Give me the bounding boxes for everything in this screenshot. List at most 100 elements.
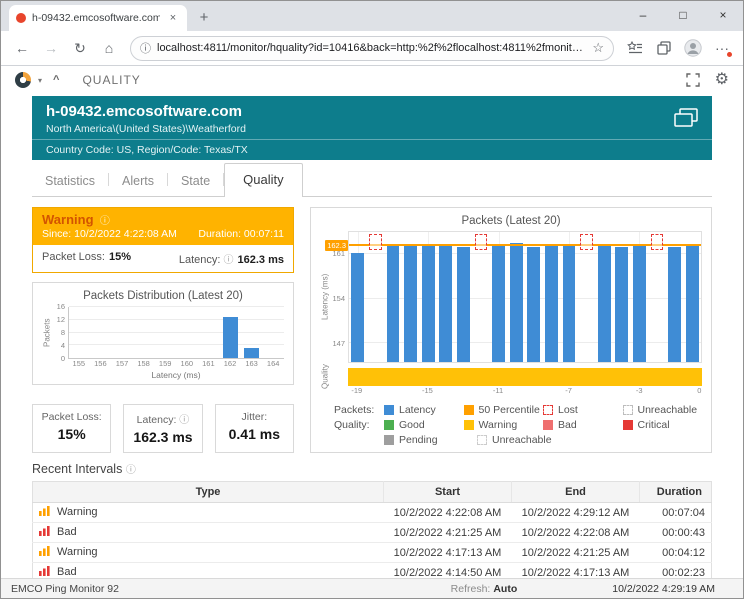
legend-item-latency: Latency (384, 404, 464, 416)
tab-alerts[interactable]: Alerts (109, 167, 167, 197)
x-tick-label: 160 (181, 359, 194, 368)
latency-bar (510, 243, 523, 362)
browser-addressbar: ← → ↻ ⌂ ⓘ localhost:4811/monitor/hqualit… (1, 31, 743, 66)
x-tick-label: 164 (267, 359, 280, 368)
current-time: 10/2/2022 4:29:19 AM (612, 583, 715, 595)
distribution-bar (244, 348, 259, 358)
page-title: QUALITY (82, 73, 140, 87)
gridline (69, 319, 284, 320)
notification-dot (726, 51, 733, 58)
home-button[interactable]: ⌂ (96, 35, 122, 61)
latency-bar (598, 244, 611, 362)
browser-tab[interactable]: h-09432.emcosoftware.com - Q… × (9, 5, 187, 31)
collapse-header-button[interactable]: ^ (53, 74, 59, 86)
packet-loss-value: 15% (109, 251, 131, 263)
distribution-xticks: 155156157158159160161162163164 (68, 359, 284, 369)
maximize-button[interactable]: □ (663, 1, 703, 29)
refresh-mode[interactable]: Auto (493, 583, 517, 595)
gridline (69, 306, 284, 307)
duration-label: Duration: (198, 228, 241, 240)
refresh-button[interactable]: ↻ (67, 35, 93, 61)
latency-bar (404, 244, 417, 362)
tab-close-icon[interactable]: × (166, 12, 180, 24)
legend-item-critical: Critical (623, 419, 703, 431)
legend-item-label: Bad (558, 419, 577, 431)
new-tab-button[interactable]: + (193, 6, 215, 28)
percentile-line (349, 244, 701, 246)
interval-row[interactable]: Warning10/2/2022 4:22:08 AM10/2/2022 4:2… (33, 503, 712, 523)
favorites-bar-button[interactable] (622, 35, 648, 61)
legend-swatch (384, 420, 394, 430)
back-button[interactable]: ← (9, 35, 35, 61)
x-tick-label: 0 (697, 386, 701, 395)
interval-duration: 00:07:04 (640, 503, 712, 523)
host-windows-icon[interactable] (674, 108, 698, 131)
minimize-button[interactable]: – (623, 1, 663, 29)
interval-duration: 00:02:23 (640, 563, 712, 579)
tab-quality[interactable]: Quality (224, 163, 302, 197)
app-name: EMCO Ping Monitor 92 (11, 583, 119, 595)
interval-row[interactable]: Bad10/2/2022 4:21:25 AM10/2/2022 4:22:08… (33, 523, 712, 543)
legend-item-good: Good (384, 419, 464, 431)
legend-row: Packets:Latency50 PercentileLostUnreacha… (334, 404, 702, 416)
url-bar[interactable]: ⓘ localhost:4811/monitor/hquality?id=104… (130, 36, 614, 61)
metric-cards: Packet Loss: 15% Latency: ⓘ 162.3 ms Jit… (32, 404, 294, 453)
y-tick-label: 147 (332, 339, 345, 348)
column-header-type[interactable]: Type (33, 482, 384, 503)
gridline (349, 298, 701, 299)
column-header-start[interactable]: Start (384, 482, 512, 503)
collections-icon (657, 41, 671, 55)
tab-bar: StatisticsAlertsStateQuality (32, 166, 712, 197)
site-info-icon[interactable]: ⓘ (140, 40, 151, 56)
legend-item-warning: Warning (464, 419, 544, 431)
forward-button[interactable]: → (38, 35, 64, 61)
tab-state[interactable]: State (168, 167, 223, 197)
column-header-duration[interactable]: Duration (640, 482, 712, 503)
tab-favicon-icon (16, 13, 26, 23)
info-icon[interactable]: ⓘ (224, 255, 234, 266)
window-controls: – □ × (623, 1, 743, 31)
tab-statistics[interactable]: Statistics (32, 167, 108, 197)
fullscreen-icon[interactable] (686, 73, 700, 87)
latency-bar (563, 246, 576, 362)
legend-row: Quality:Good Warning Bad Critical (334, 419, 702, 431)
favorite-star-icon[interactable]: ☆ (592, 40, 604, 56)
interval-type-icon (39, 526, 50, 539)
legend-item-label: Warning (479, 419, 518, 431)
x-tick-label: 156 (94, 359, 107, 368)
status-state-label: Warning (42, 212, 94, 227)
status-header: Warning ⓘ Since: 10/2/2022 4:22:08 AM Du… (33, 208, 293, 245)
gridline (69, 344, 284, 345)
url-text[interactable]: localhost:4811/monitor/hquality?id=10416… (157, 42, 586, 54)
legend-item-pending: Pending (384, 434, 477, 446)
gear-icon[interactable]: ⚙ (715, 72, 729, 88)
x-tick-label: -3 (636, 386, 643, 395)
status-body: Packet Loss:15% Latency: ⓘ162.3 ms (33, 245, 293, 272)
profile-button[interactable] (680, 35, 706, 61)
legend-item-unreachable: Unreachable (477, 434, 570, 446)
close-button[interactable]: × (703, 1, 743, 29)
info-icon[interactable]: ⓘ (126, 465, 136, 476)
host-state-pie-icon[interactable] (15, 72, 31, 88)
distribution-xlabel: Latency (ms) (68, 370, 284, 380)
interval-start: 10/2/2022 4:22:08 AM (384, 503, 512, 523)
legend-swatch (623, 420, 633, 430)
info-icon[interactable]: ⓘ (100, 216, 110, 227)
info-icon[interactable]: ⓘ (179, 415, 189, 426)
browser-menu-button[interactable]: ··· (709, 35, 735, 61)
interval-row[interactable]: Bad10/2/2022 4:14:50 AM10/2/2022 4:17:13… (33, 563, 712, 579)
interval-start: 10/2/2022 4:21:25 AM (384, 523, 512, 543)
legend-category-label: Quality: (334, 419, 384, 431)
interval-type-label: Bad (57, 566, 77, 578)
column-header-end[interactable]: End (512, 482, 640, 503)
chevron-down-icon[interactable]: ▾ (38, 76, 42, 85)
interval-row[interactable]: Warning10/2/2022 4:17:13 AM10/2/2022 4:2… (33, 543, 712, 563)
lost-packet-marker (580, 234, 593, 250)
collections-button[interactable] (651, 35, 677, 61)
interval-end: 10/2/2022 4:22:08 AM (512, 523, 640, 543)
distribution-ylabel: Packets (42, 307, 52, 359)
interval-type-icon (39, 506, 50, 519)
latency-value: 162.3 ms (238, 254, 284, 266)
x-tick-label: -15 (422, 386, 433, 395)
gridline (349, 342, 701, 343)
